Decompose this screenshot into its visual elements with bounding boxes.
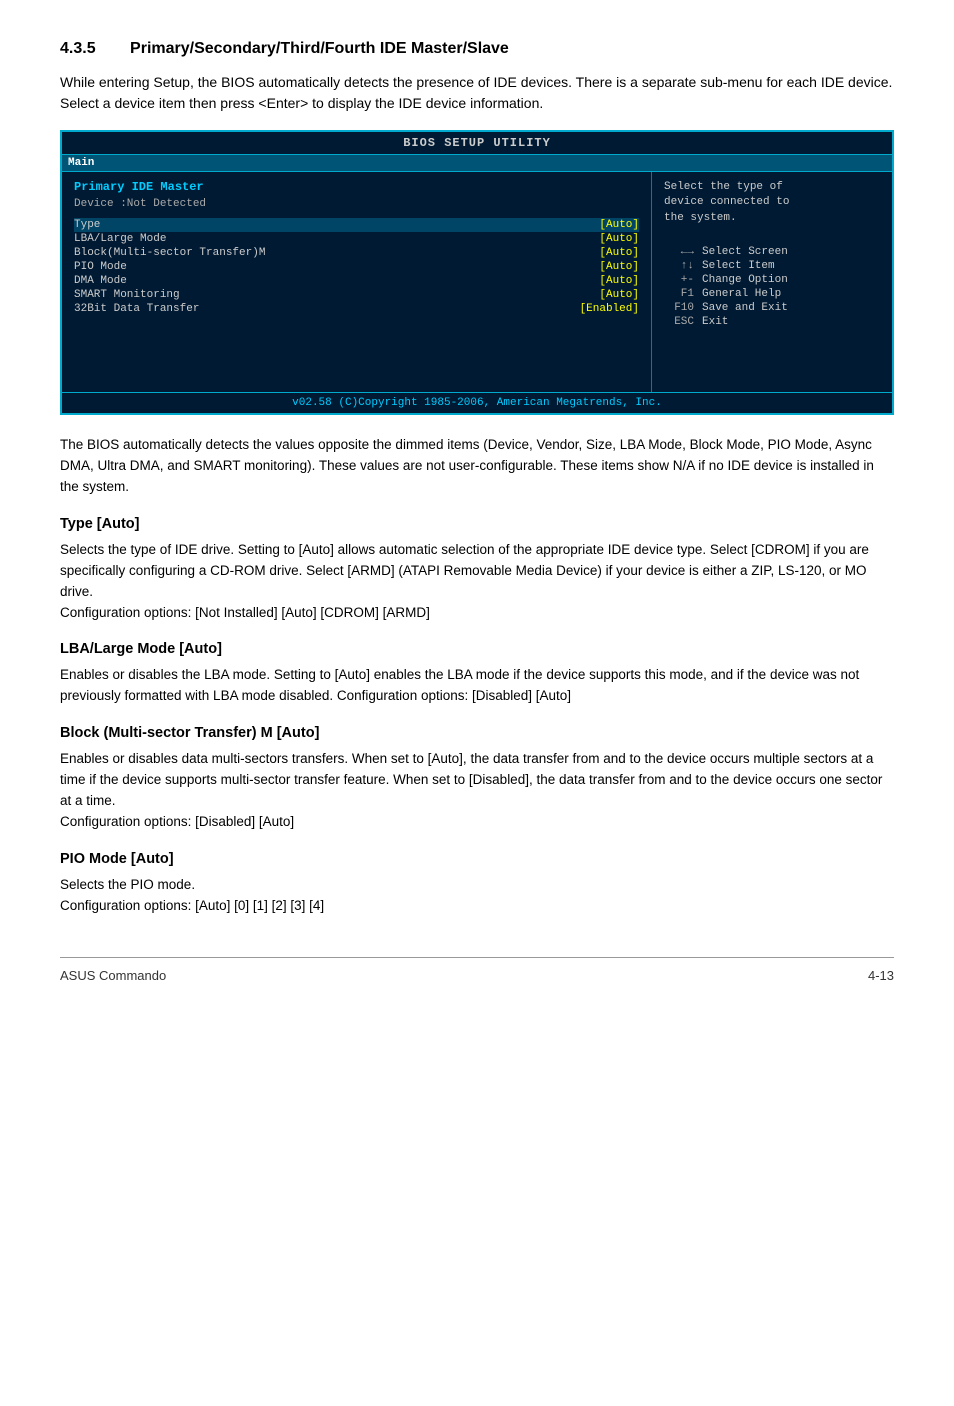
bios-section-title: Primary IDE Master	[74, 180, 639, 194]
bios-item-label: 32Bit Data Transfer	[74, 303, 199, 315]
bios-nav-row: ESC Exit	[664, 316, 880, 328]
bios-nav-row: ←→ Select Screen	[664, 246, 880, 258]
bios-nav-row: F1 General Help	[664, 288, 880, 300]
bios-nav-desc: Change Option	[702, 274, 788, 286]
bios-item-row: Type [Auto]	[74, 218, 639, 232]
subsection-heading-block-multi-sector: Block (Multi-sector Transfer) M [Auto]	[60, 725, 894, 741]
section-heading: 4.3.5 Primary/Secondary/Third/Fourth IDE…	[60, 40, 894, 58]
bios-nav-key: ESC	[664, 316, 694, 328]
subsection-heading-type-auto: Type [Auto]	[60, 516, 894, 532]
bios-item-row: PIO Mode [Auto]	[74, 260, 639, 274]
footer-brand: ASUS Commando	[60, 968, 166, 983]
bios-nav-desc: Select Item	[702, 260, 775, 272]
subsection-text-pio-mode: Selects the PIO mode.Configuration optio…	[60, 875, 894, 917]
bios-nav-desc: Save and Exit	[702, 302, 788, 314]
bios-item-value: [Auto]	[599, 247, 639, 259]
bios-tab-bar: Main	[62, 155, 892, 172]
bios-item-label: LBA/Large Mode	[74, 233, 166, 245]
bios-items-list: Type[Auto]LBA/Large Mode[Auto]Block(Mult…	[74, 218, 639, 316]
bios-nav-key: ↑↓	[664, 260, 694, 272]
subsection-text-block-multi-sector: Enables or disables data multi-sectors t…	[60, 749, 894, 833]
bios-item-value: [Auto]	[599, 233, 639, 245]
bios-right-panel: Select the type ofdevice connected tothe…	[652, 172, 892, 392]
bios-device-line: Device :Not Detected	[74, 198, 639, 210]
bios-item-row: 32Bit Data Transfer [Enabled]	[74, 302, 639, 316]
footer-page: 4-13	[868, 968, 894, 983]
bios-setup-box: BIOS SETUP UTILITY Main Primary IDE Mast…	[60, 130, 894, 415]
bios-nav-desc: Exit	[702, 316, 728, 328]
bios-item-row: Block(Multi-sector Transfer)M [Auto]	[74, 246, 639, 260]
bios-item-value: [Auto]	[599, 219, 639, 231]
bios-item-row: SMART Monitoring [Auto]	[74, 288, 639, 302]
bios-item-label: Type	[74, 219, 100, 231]
bios-left-panel: Primary IDE Master Device :Not Detected …	[62, 172, 652, 392]
bios-nav-key: F1	[664, 288, 694, 300]
bios-content: Primary IDE Master Device :Not Detected …	[62, 172, 892, 392]
intro-paragraph: While entering Setup, the BIOS automatic…	[60, 72, 894, 114]
bios-item-value: [Auto]	[599, 275, 639, 287]
page-footer: ASUS Commando 4-13	[60, 957, 894, 983]
bios-item-label: PIO Mode	[74, 261, 127, 273]
bios-footer: v02.58 (C)Copyright 1985-2006, American …	[62, 392, 892, 413]
bios-nav-desc: General Help	[702, 288, 781, 300]
bios-item-value: [Auto]	[599, 261, 639, 273]
bios-item-label: SMART Monitoring	[74, 289, 180, 301]
bios-nav-key: +-	[664, 274, 694, 286]
subsection-text-type-auto: Selects the type of IDE drive. Setting t…	[60, 540, 894, 624]
bios-nav-row: +- Change Option	[664, 274, 880, 286]
section-number: 4.3.5	[60, 40, 96, 57]
subsections-container: Type [Auto] Selects the type of IDE drive…	[60, 516, 894, 917]
bios-help-text: Select the type ofdevice connected tothe…	[664, 180, 880, 226]
bios-item-value: [Enabled]	[580, 303, 639, 315]
bios-nav-key: F10	[664, 302, 694, 314]
bios-nav-desc: Select Screen	[702, 246, 788, 258]
bios-nav-key: ←→	[664, 246, 694, 258]
bios-nav-section: ←→ Select Screen ↑↓ Select Item +- Change Opt…	[664, 246, 880, 328]
bios-item-label: DMA Mode	[74, 275, 127, 287]
body-paragraph: The BIOS automatically detects the value…	[60, 435, 894, 498]
bios-item-row: LBA/Large Mode [Auto]	[74, 232, 639, 246]
bios-nav-row: F10 Save and Exit	[664, 302, 880, 314]
subsection-heading-pio-mode: PIO Mode [Auto]	[60, 851, 894, 867]
bios-title-bar: BIOS SETUP UTILITY	[62, 132, 892, 155]
bios-item-label: Block(Multi-sector Transfer)M	[74, 247, 265, 259]
bios-item-row: DMA Mode [Auto]	[74, 274, 639, 288]
subsection-heading-lba-large-mode: LBA/Large Mode [Auto]	[60, 641, 894, 657]
bios-nav-row: ↑↓ Select Item	[664, 260, 880, 272]
bios-item-value: [Auto]	[599, 289, 639, 301]
subsection-text-lba-large-mode: Enables or disables the LBA mode. Settin…	[60, 665, 894, 707]
section-title: Primary/Secondary/Third/Fourth IDE Maste…	[130, 40, 509, 57]
